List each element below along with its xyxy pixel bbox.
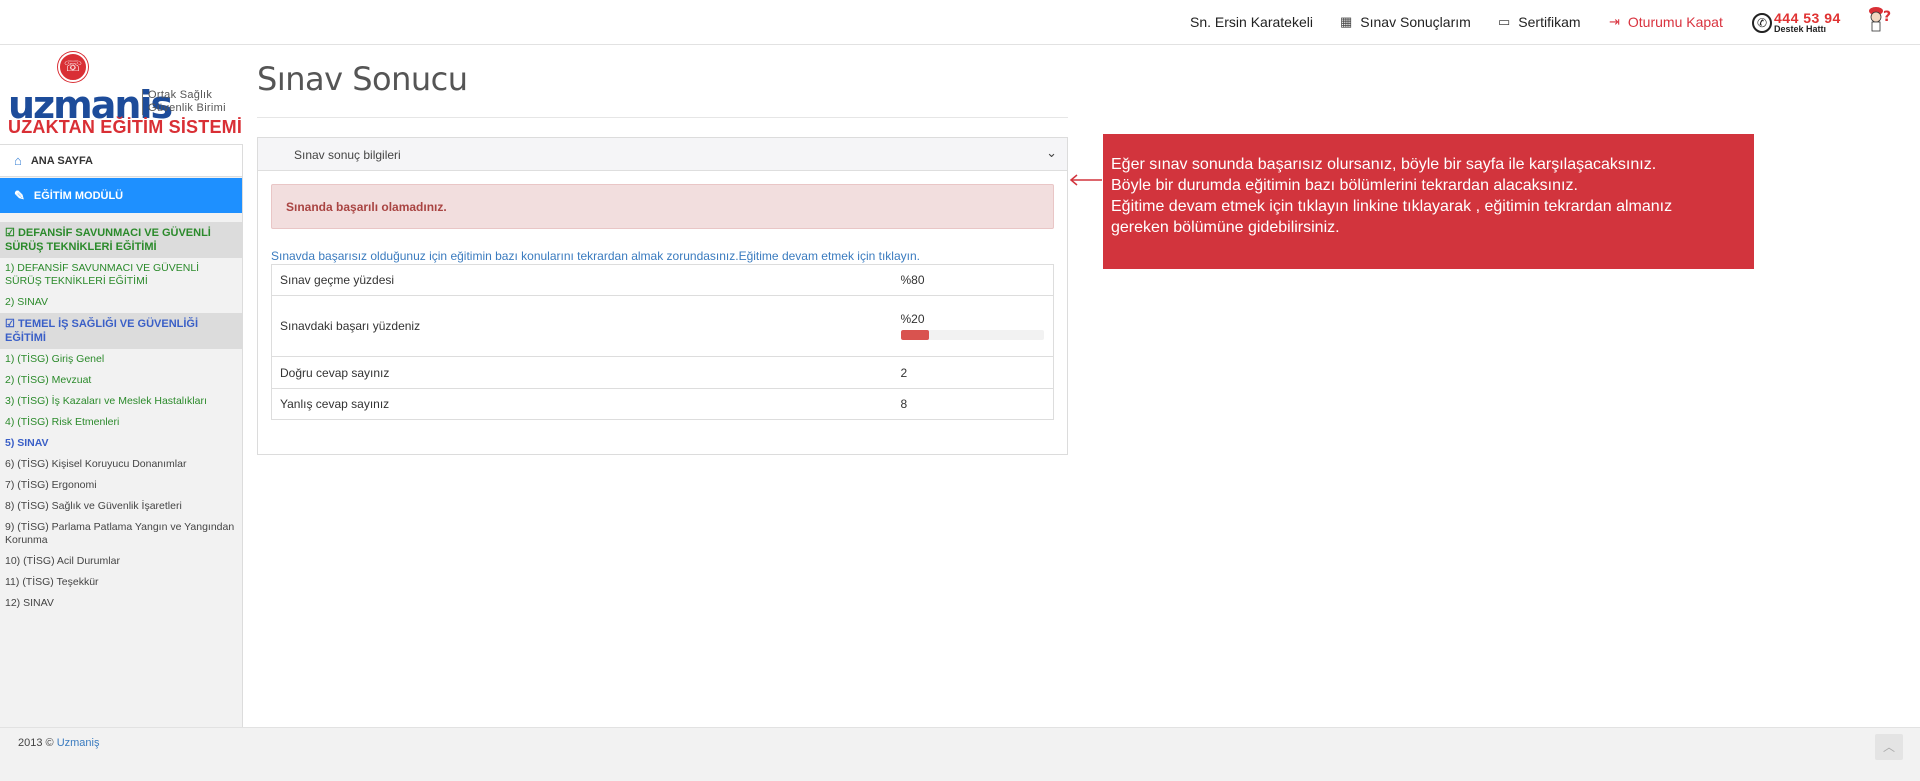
title-divider: [257, 117, 1068, 118]
sidebar-item-label: ANA SAYFA: [30, 154, 94, 167]
user-name-label: Sn. Ersin Karatekeli: [1190, 14, 1313, 30]
row-value: 8: [900, 388, 1054, 420]
row-label: Sınav geçme yüzdesi: [271, 264, 901, 296]
alert-text: Sınanda başarılı olamadınız.: [286, 200, 447, 214]
logo-subtitle-line2: Güvenlik Birimi: [148, 102, 226, 114]
row-value: %80: [900, 264, 1054, 296]
sidebar-item-education-module[interactable]: ✎ EĞİTİM MODÜLÜ: [0, 178, 242, 213]
chevron-up-icon: ︿: [1882, 740, 1895, 754]
footer: 2013 © Uzmaniş ︿: [0, 727, 1920, 781]
table-row: Sınav geçme yüzdesi %80: [271, 264, 1054, 296]
row-label: Yanlış cevap sayınız: [271, 388, 901, 420]
section-title: TEMEL İŞ SAĞLIĞI VE GÜVENLİĞİ EĞİTİMİ: [5, 318, 199, 344]
callout-line: Böyle bir durumda eğitimin bazı bölümler…: [1111, 177, 1578, 194]
sidebar-course-list: ☑ DEFANSİF SAVUNMACI VE GÜVENLİ SÜRÜŞ TE…: [0, 222, 242, 614]
copyright-text: 2013 ©: [18, 737, 54, 749]
svg-text:?: ?: [1883, 9, 1891, 25]
list-item[interactable]: 12) SINAV: [0, 593, 242, 614]
table-row: Doğru cevap sayınız 2: [271, 356, 1054, 389]
certificate-label: Sertifikam: [1518, 14, 1581, 30]
list-item[interactable]: 2) (TİSG) Mevzuat: [0, 370, 242, 391]
logo-subtitle: Ortak Sağlık Güvenlik Birimi: [142, 89, 226, 115]
exam-results-label: Sınav Sonuçlarım: [1360, 14, 1471, 30]
logo-badge-icon: ☏: [58, 52, 88, 82]
list-item[interactable]: 3) (TİSG) İş Kazaları ve Meslek Hastalık…: [0, 391, 242, 412]
callout-arrow-icon: [1069, 174, 1102, 186]
instruction-callout: Eğer sınav sonunda başarısız olursanız, …: [1103, 134, 1754, 269]
list-item-active[interactable]: 5) SINAV: [0, 433, 242, 454]
edit-icon: ☑: [5, 227, 15, 239]
row-value: 2: [900, 356, 1054, 389]
row-label: Doğru cevap sayınız: [271, 356, 901, 389]
logout-label: Oturumu Kapat: [1627, 14, 1723, 30]
logo-tagline: UZAKTAN EĞİTİM SİSTEMİ: [8, 117, 243, 137]
user-name[interactable]: Sn. Ersin Karatekeli: [1190, 14, 1313, 30]
row-value-cell: %20: [900, 295, 1054, 357]
logo-subtitle-line1: Ortak Sağlık: [148, 89, 213, 101]
callout-line: Eğitime devam etmek için tıklayın linkin…: [1111, 198, 1673, 215]
edit-icon: ☑: [5, 318, 15, 330]
support-label: Destek Hattı: [1774, 24, 1827, 34]
callout-line: gereken bölümüne gidebilirsiniz.: [1111, 219, 1340, 236]
section-header-basic-ohs[interactable]: ☑ TEMEL İŞ SAĞLIĞI VE GÜVENLİĞİ EĞİTİMİ: [0, 313, 242, 349]
row-label: Sınavdaki başarı yüzdeniz: [271, 295, 901, 357]
chevron-down-icon[interactable]: ⌄: [1046, 145, 1057, 161]
fail-alert: Sınanda başarılı olamadınız.: [271, 184, 1054, 229]
list-item[interactable]: 8) (TİSG) Sağlık ve Güvenlik İşaretleri: [0, 496, 242, 517]
list-item[interactable]: 7) (TİSG) Ergonomi: [0, 475, 242, 496]
logout-icon: ⇥: [1609, 14, 1620, 29]
support-line[interactable]: ✆ 444 53 94 Destek Hattı: [1752, 11, 1841, 34]
callout-line: Eğer sınav sonunda başarısız olursanız, …: [1111, 156, 1657, 173]
list-item[interactable]: 9) (TİSG) Parlama Patlama Yangın ve Yang…: [0, 517, 242, 551]
pencil-icon: ✎: [14, 187, 25, 203]
sidebar-item-label: EĞİTİM MODÜLÜ: [33, 189, 124, 202]
result-panel: Sınav sonuç bilgileri ⌄ Sınanda başarılı…: [257, 137, 1068, 455]
result-table: Sınav geçme yüzdesi %80 Sınavdaki başarı…: [271, 264, 1054, 420]
page-title: Sınav Sonucu: [257, 60, 468, 98]
list-item[interactable]: 1) (TİSG) Giriş Genel: [0, 349, 242, 370]
logo[interactable]: ☏ uzmanis Ortak Sağlık Güvenlik Birimi U…: [0, 45, 243, 145]
footer-copyright: 2013 © Uzmaniş: [18, 737, 100, 749]
table-row: Sınavdaki başarı yüzdeniz %20: [271, 295, 1054, 357]
help-mascot-icon[interactable]: ?: [1866, 5, 1894, 35]
list-item[interactable]: 4) (TİSG) Risk Etmenleri: [0, 412, 242, 433]
continue-training-link[interactable]: Sınavda başarısız olduğunuz için eğitimi…: [271, 249, 920, 263]
table-row: Yanlış cevap sayınız 8: [271, 388, 1054, 420]
list-item[interactable]: 11) (TİSG) Teşekkür: [0, 572, 242, 593]
panel-header[interactable]: Sınav sonuç bilgileri ⌄: [258, 138, 1067, 171]
sidebar: ☏ uzmanis Ortak Sağlık Güvenlik Birimi U…: [0, 45, 243, 727]
list-item[interactable]: 10) (TİSG) Acil Durumlar: [0, 551, 242, 572]
sidebar-item-home[interactable]: ⌂ ANA SAYFA: [0, 145, 242, 177]
section-header-defensive-driving[interactable]: ☑ DEFANSİF SAVUNMACI VE GÜVENLİ SÜRÜŞ TE…: [0, 222, 242, 258]
list-item[interactable]: 1) DEFANSİF SAVUNMACI VE GÜVENLİ SÜRÜŞ T…: [0, 258, 242, 292]
section-title: DEFANSİF SAVUNMACI VE GÜVENLİ SÜRÜŞ TEKN…: [5, 227, 211, 253]
support-number: 444 53 94: [1774, 10, 1841, 26]
home-icon: ⌂: [14, 153, 22, 168]
chat-icon: ▭: [1498, 14, 1511, 29]
exam-results-link[interactable]: ▦ Sınav Sonuçlarım: [1340, 14, 1471, 30]
top-navbar: Sn. Ersin Karatekeli ▦ Sınav Sonuçlarım …: [0, 0, 1920, 45]
footer-link[interactable]: Uzmaniş: [57, 737, 100, 749]
phone-icon: ✆: [1752, 12, 1772, 33]
progress-fill: [900, 330, 930, 340]
scroll-top-button[interactable]: ︿: [1875, 734, 1903, 760]
calendar-icon: ▦: [1340, 14, 1353, 29]
panel-title: Sınav sonuç bilgileri: [294, 148, 401, 162]
success-progress-bar: [900, 330, 1044, 340]
list-item[interactable]: 2) SINAV: [0, 292, 242, 313]
logout-link[interactable]: ⇥ Oturumu Kapat: [1609, 14, 1723, 30]
list-item[interactable]: 6) (TİSG) Kişisel Koruyucu Donanımlar: [0, 454, 242, 475]
certificate-link[interactable]: ▭ Sertifikam: [1498, 14, 1581, 30]
row-value: %20: [900, 312, 925, 326]
